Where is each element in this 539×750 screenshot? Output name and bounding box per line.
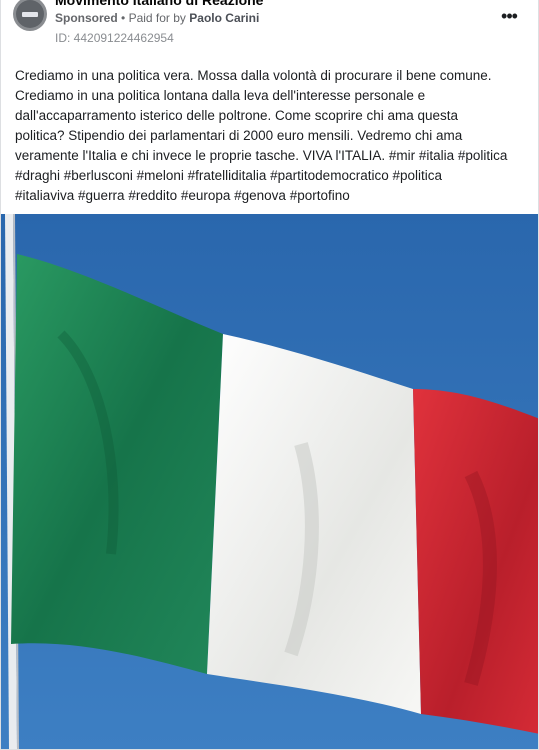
post-text: Crediamo in una politica vera. Mossa dal… — [15, 68, 508, 203]
ad-meta: Sponsored • Paid for by Paolo Carini — [55, 11, 259, 25]
page-name-link[interactable]: Movimento Italiano di Reazione — [55, 0, 263, 8]
post-image[interactable] — [1, 214, 538, 749]
ad-id: ID: 442091224462954 — [55, 31, 174, 45]
no-entry-icon — [16, 0, 44, 28]
ad-card: Movimento Italiano di Reazione Sponsored… — [0, 0, 539, 750]
payer-name: Paolo Carini — [189, 11, 260, 25]
paid-for-prefix: Paid for by — [128, 11, 186, 25]
more-horizontal-icon: ••• — [501, 5, 518, 26]
sponsored-label: Sponsored — [55, 11, 118, 25]
italian-flag-image — [1, 214, 538, 749]
meta-separator: • — [121, 11, 126, 25]
more-options-button[interactable]: ••• — [497, 5, 521, 26]
page-avatar[interactable] — [13, 0, 47, 31]
